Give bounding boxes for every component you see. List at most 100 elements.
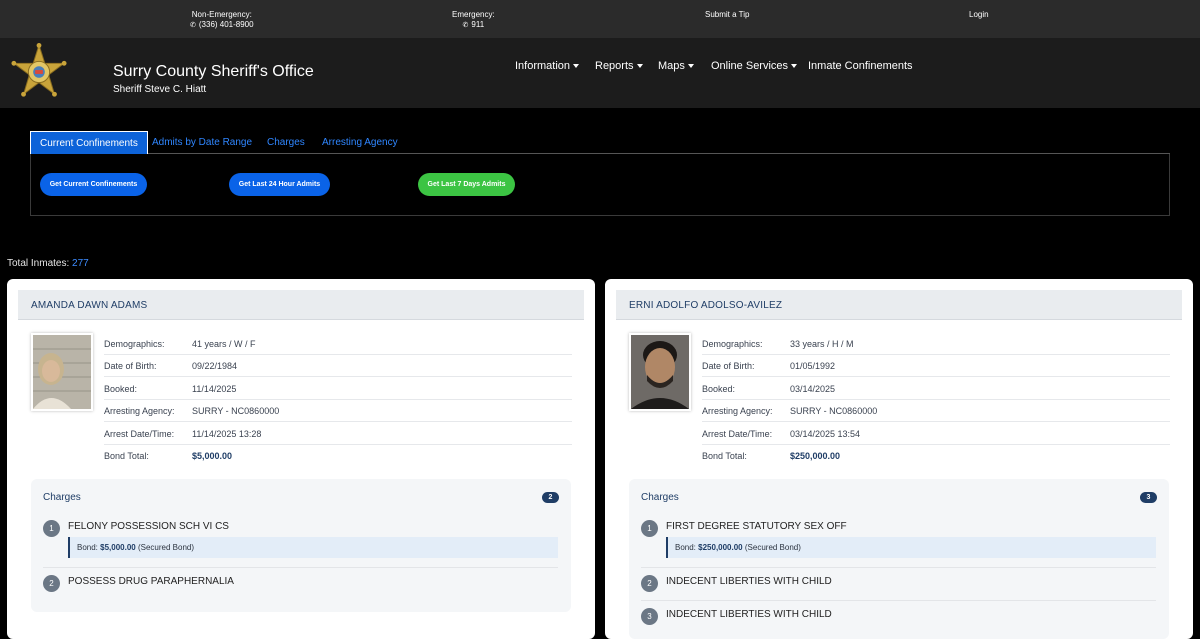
agency-row: Arresting Agency: SURRY - NC0860000 xyxy=(104,400,572,422)
site-title[interactable]: Surry County Sheriff's Office xyxy=(113,63,314,81)
agency-row: Arresting Agency: SURRY - NC0860000 xyxy=(702,400,1170,422)
nav-label: Information xyxy=(515,60,571,72)
nav-maps[interactable]: Maps xyxy=(658,60,694,72)
agency-value: SURRY - NC0860000 xyxy=(192,406,280,416)
tab-arresting-agency[interactable]: Arresting Agency xyxy=(322,131,398,154)
emergency-contact[interactable]: Emergency: ✆ 911 xyxy=(452,10,495,31)
arrest-row: Arrest Date/Time: 11/14/2025 13:28 xyxy=(104,423,572,445)
tab-panel: Get Current Confinements Get Last 24 Hou… xyxy=(30,154,1170,216)
mugshot-image xyxy=(33,335,91,409)
non-emergency-label: Non-Emergency: xyxy=(191,10,252,19)
charge-number: 1 xyxy=(641,520,658,537)
inmate-name[interactable]: AMANDA DAWN ADAMS xyxy=(31,300,147,311)
charges-panel: Charges 3 1 FIRST DEGREE STATUTORY SEX O… xyxy=(629,479,1169,639)
demographics-value: 33 years / H / M xyxy=(790,339,854,349)
inmate-photo[interactable] xyxy=(629,333,691,411)
charge-number: 3 xyxy=(641,608,658,625)
caret-down-icon xyxy=(636,64,643,69)
submit-tip-link[interactable]: Submit a Tip xyxy=(705,10,749,20)
bond-prefix: Bond: xyxy=(77,543,98,552)
non-emergency-phone[interactable]: (336) 401-8900 xyxy=(199,20,254,29)
dob-label: Date of Birth: xyxy=(104,361,157,371)
demographics-row: Demographics: 41 years / W / F xyxy=(104,333,572,355)
inmate-name[interactable]: ERNI ADOLFO ADOLSO-AVILEZ xyxy=(629,300,782,311)
charge-name: INDECENT LIBERTIES WITH CHILD xyxy=(666,576,832,587)
charge-name: FIRST DEGREE STATUTORY SEX OFF xyxy=(666,521,847,532)
arrest-value: 11/14/2025 13:28 xyxy=(192,429,262,439)
caret-down-icon xyxy=(573,64,580,69)
bond-total-label: Bond Total: xyxy=(104,451,149,461)
agency-label: Arresting Agency: xyxy=(702,406,773,416)
arrest-row: Arrest Date/Time: 03/14/2025 13:54 xyxy=(702,423,1170,445)
dob-row: Date of Birth: 09/22/1984 xyxy=(104,355,572,377)
demographics-label: Demographics: xyxy=(702,339,763,349)
charge-name: INDECENT LIBERTIES WITH CHILD xyxy=(666,609,832,620)
charge-count-badge: 2 xyxy=(542,492,559,503)
charge-name: POSSESS DRUG PARAPHERNALIA xyxy=(68,576,234,587)
sheriff-star-badge-icon[interactable] xyxy=(10,43,68,101)
demographics-label: Demographics: xyxy=(104,339,165,349)
nav-information[interactable]: Information xyxy=(515,60,580,72)
tab-charges[interactable]: Charges xyxy=(267,131,305,154)
bond-total-row: Bond Total: $250,000.00 xyxy=(702,445,1170,467)
emergency-label: Emergency: xyxy=(452,10,495,19)
bond-total-value: $250,000.00 xyxy=(790,451,841,461)
dob-label: Date of Birth: xyxy=(702,361,755,371)
get-last-24-hour-admits-button[interactable]: Get Last 24 Hour Admits xyxy=(229,173,330,196)
emergency-phone[interactable]: 911 xyxy=(471,20,484,29)
charges-title: Charges xyxy=(641,492,679,503)
demographics-value: 41 years / W / F xyxy=(192,339,256,349)
total-inmates-label: Total Inmates: xyxy=(7,258,70,269)
charge-number: 2 xyxy=(641,575,658,592)
sheriff-name: Sheriff Steve C. Hiatt xyxy=(113,84,207,95)
get-current-confinements-button[interactable]: Get Current Confinements xyxy=(40,173,147,196)
dob-value: 01/05/1992 xyxy=(790,361,836,371)
bond-total-value: $5,000.00 xyxy=(192,451,233,461)
caret-down-icon xyxy=(687,64,694,69)
dob-value: 09/22/1984 xyxy=(192,361,238,371)
nav-online-services[interactable]: Online Services xyxy=(711,60,798,72)
arrest-label: Arrest Date/Time: xyxy=(702,429,773,439)
arrest-value: 03/14/2025 13:54 xyxy=(790,429,861,439)
bond-prefix: Bond: xyxy=(675,543,696,552)
charge-bond: Bond: $5,000.00 (Secured Bond) xyxy=(68,537,558,558)
booked-label: Booked: xyxy=(104,384,138,394)
confinement-tabs: Current Confinements Admits by Date Rang… xyxy=(30,131,1170,154)
agency-label: Arresting Agency: xyxy=(104,406,175,416)
site-header: Surry County Sheriff's Office Sheriff St… xyxy=(0,38,1200,108)
arrest-label: Arrest Date/Time: xyxy=(104,429,175,439)
bond-total-row: Bond Total: $5,000.00 xyxy=(104,445,572,467)
bond-amount: $5,000.00 xyxy=(100,543,136,552)
booked-value: 11/14/2025 xyxy=(192,384,237,394)
bond-amount: $250,000.00 xyxy=(698,543,743,552)
charge-divider xyxy=(641,567,1156,568)
get-last-7-days-admits-button[interactable]: Get Last 7 Days Admits xyxy=(418,173,515,196)
nav-inmate-confinements[interactable]: Inmate Confinements xyxy=(808,60,913,72)
total-inmates: Total Inmates: 277 xyxy=(7,258,89,269)
inmate-card: AMANDA DAWN ADAMS Demographics: 41 years … xyxy=(7,279,595,639)
charges-title: Charges xyxy=(43,492,81,503)
charge-number: 2 xyxy=(43,575,60,592)
nav-reports[interactable]: Reports xyxy=(595,60,643,72)
non-emergency-contact[interactable]: Non-Emergency: ✆ (336) 401-8900 xyxy=(190,10,254,31)
booked-row: Booked: 03/14/2025 xyxy=(702,378,1170,400)
phone-icon: ✆ xyxy=(462,22,469,29)
booked-row: Booked: 11/14/2025 xyxy=(104,378,572,400)
nav-label: Reports xyxy=(595,60,634,72)
tab-admits-by-date-range[interactable]: Admits by Date Range xyxy=(152,131,252,154)
charges-panel: Charges 2 1 FELONY POSSESSION SCH VI CS … xyxy=(31,479,571,612)
nav-label: Maps xyxy=(658,60,685,72)
booked-value: 03/14/2025 xyxy=(790,384,836,394)
login-link[interactable]: Login xyxy=(969,10,989,20)
inmate-photo[interactable] xyxy=(31,333,93,411)
mugshot-image xyxy=(631,335,689,409)
tab-current-confinements[interactable]: Current Confinements xyxy=(30,131,148,154)
bond-total-label: Bond Total: xyxy=(702,451,747,461)
caret-down-icon xyxy=(791,64,798,69)
nav-label: Online Services xyxy=(711,60,789,72)
charge-bond: Bond: $250,000.00 (Secured Bond) xyxy=(666,537,1156,558)
charge-name: FELONY POSSESSION SCH VI CS xyxy=(68,521,229,532)
charge-divider xyxy=(43,567,558,568)
total-inmates-count: 277 xyxy=(72,258,89,269)
utility-bar: Non-Emergency: ✆ (336) 401-8900 Emergency… xyxy=(0,0,1200,38)
